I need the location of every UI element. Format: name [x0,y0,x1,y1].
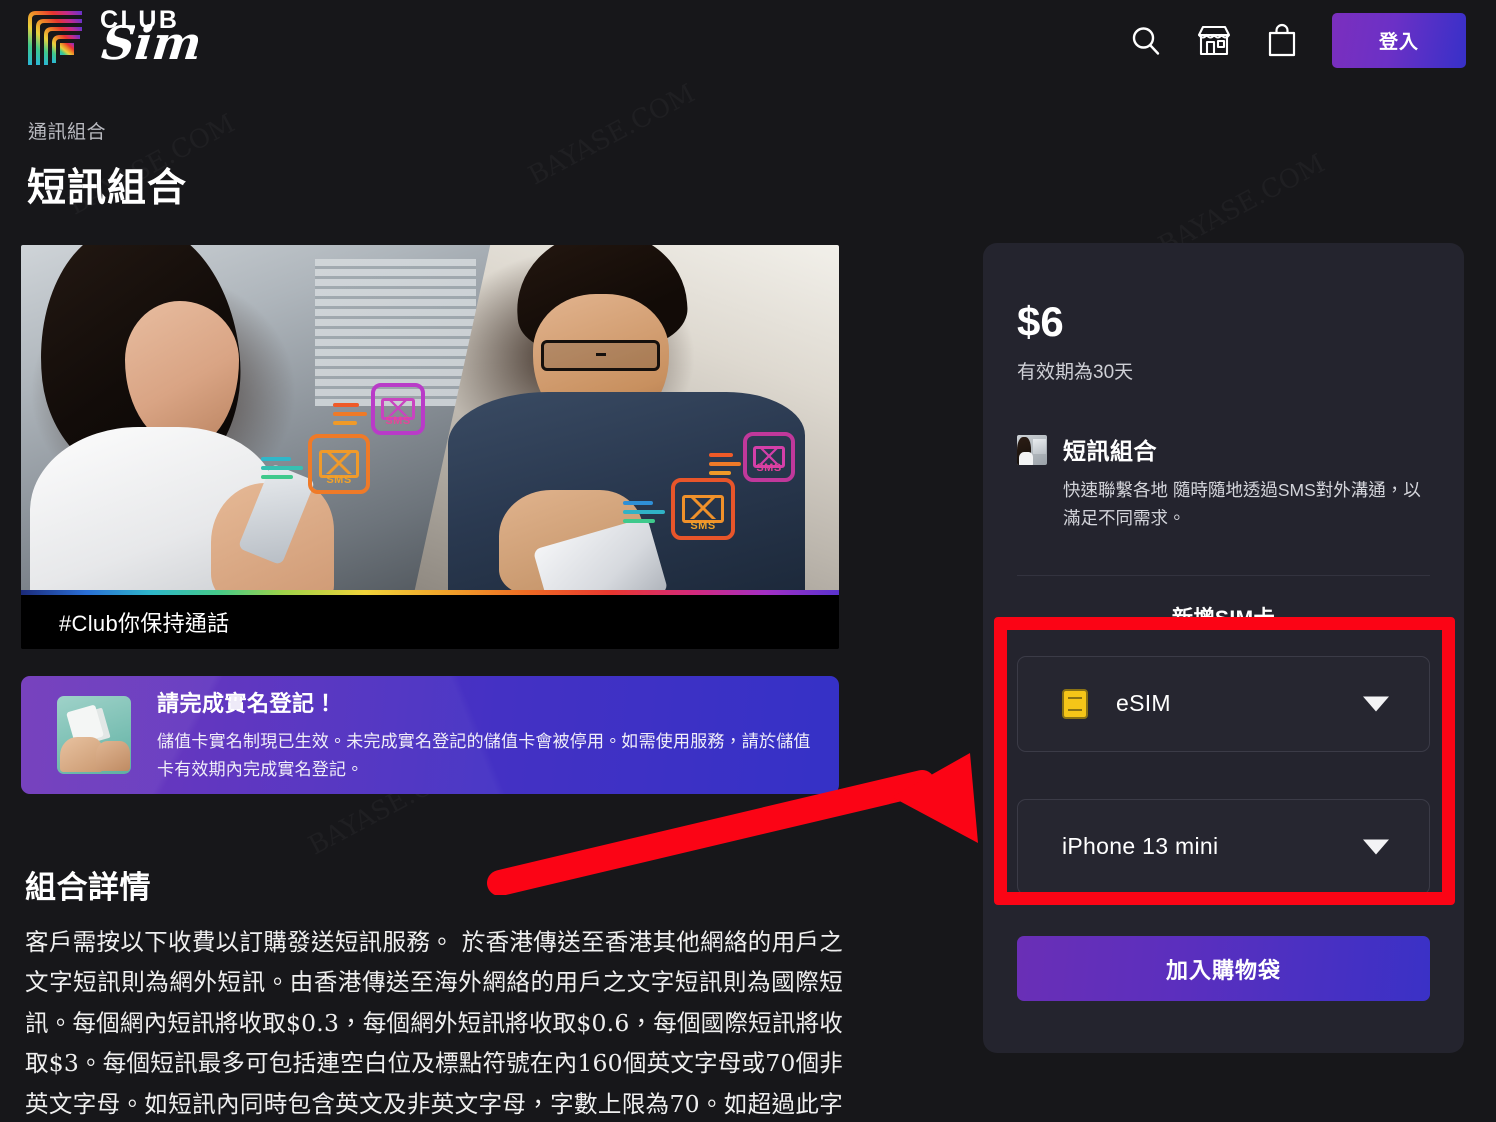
sms-badge-label: SMS [690,520,716,532]
sms-envelope-icon: SMS [308,434,370,494]
chevron-down-icon[interactable] [1363,696,1389,712]
notice-text: 請完成實名登記！ 儲值卡實名制現已生效。未完成實名登記的儲值卡會被停用。如需使用… [157,686,839,783]
hero-photo: SMS SMS SMS SMS [21,245,839,595]
sim-section-heading: 新增SIM卡 [1171,606,1276,630]
sms-speed-lines [333,403,367,425]
sms-badge-label: SMS [756,462,782,474]
search-icon[interactable] [1126,21,1166,61]
page-root: BAYASE.COM BAYASE.COM BAYASE.COM BAYASE.… [0,0,1496,1122]
panel-divider [1017,574,1430,576]
sms-badge-label: SMS [385,415,411,427]
sms-speed-lines [623,501,665,523]
sms-badge-label: SMS [326,474,352,486]
sms-envelope-icon: SMS [371,383,425,435]
product-name: 短訊組合 [1063,438,1157,464]
sms-envelope-icon: SMS [743,432,795,482]
device-select[interactable]: iPhone 13 mini [1017,798,1430,895]
site-header: CLUB Sim 登入 [0,0,1496,86]
details-heading: 組合詳情 [25,870,151,905]
man-glasses [541,339,661,371]
registration-notice-banner[interactable]: 請完成實名登記！ 儲值卡實名制現已生效。未完成實名登記的儲值卡會被停用。如需使用… [21,676,839,794]
add-to-cart-button[interactable]: 加入購物袋 [1017,936,1430,1001]
purchase-panel: $6 有效期為30天 短訊組合 快速聯繫各地 隨時隨地透過SMS對外溝通，以滿足… [983,243,1464,1053]
sms-envelope-icon: SMS [671,478,735,540]
sim-type-value: eSIM [1116,690,1171,717]
hero-banner: SMS SMS SMS SMS #Club你保持通話 [21,245,839,649]
login-button[interactable]: 登入 [1332,13,1466,68]
notice-title: 請完成實名登記！ [157,691,338,717]
page-title: 短訊組合 [27,167,188,210]
product-description: 快速聯繫各地 隨時隨地透過SMS對外溝通，以滿足不同需求。 [1063,480,1421,529]
notice-body: 儲值卡實名制現已生效。未完成實名登記的儲值卡會被停用。如需使用服務，請於儲值卡有… [157,732,811,779]
watermark: BAYASE.COM [524,79,700,192]
notice-thumbnail [57,696,131,774]
sms-speed-lines [261,457,303,479]
product-thumbnail [1017,435,1047,465]
sim-type-select[interactable]: eSIM [1017,655,1430,752]
brand-logo[interactable]: CLUB Sim [26,6,210,70]
chevron-down-icon[interactable] [1363,839,1389,855]
product-summary-row: 短訊組合 快速聯繫各地 隨時隨地透過SMS對外溝通，以滿足不同需求。 [1017,432,1430,533]
hero-caption: #Club你保持通話 [21,595,839,649]
panel-summary: $6 有效期為30天 短訊組合 快速聯繫各地 隨時隨地透過SMS對外溝通，以滿足… [983,243,1464,632]
brand-name-sim: Sim [99,16,205,70]
shopping-bag-icon[interactable] [1262,21,1302,61]
sms-speed-lines [709,453,741,475]
hand-graphic [95,741,130,771]
brand-wordmark: CLUB Sim [99,6,210,71]
validity-label: 有效期為30天 [1017,362,1134,383]
club-sim-rainbow-square-logo [26,7,88,69]
hero-caption-text: #Club你保持通話 [59,611,230,636]
product-info: 短訊組合 快速聯繫各地 隨時隨地透過SMS對外溝通，以滿足不同需求。 [1063,432,1430,533]
header-actions: 登入 [1126,13,1466,68]
sim-chip-icon [1062,688,1088,719]
price-amount: $6 [1017,298,1064,345]
device-value: iPhone 13 mini [1062,833,1219,860]
details-body: 客戶需按以下收費以訂購發送短訊服務。 於香港傳送至香港其他網絡的用戶之文字短訊則… [25,928,843,1118]
store-icon[interactable] [1194,21,1234,61]
breadcrumb[interactable]: 通訊組合 [28,117,106,144]
sim-selection-group: eSIM iPhone 13 mini [983,655,1464,895]
